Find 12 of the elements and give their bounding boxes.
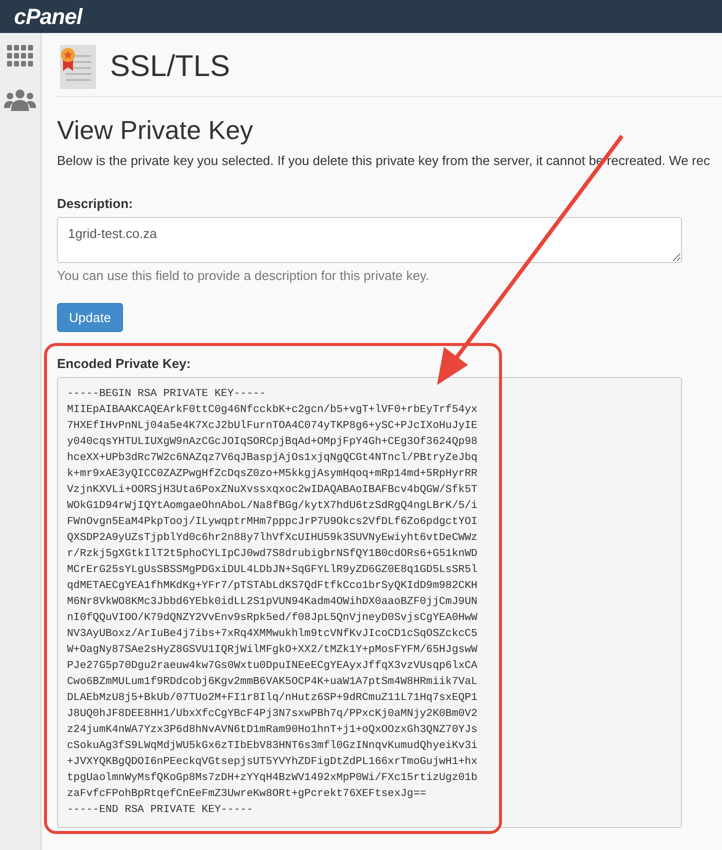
description-field[interactable]: 1grid-test.co.za — [57, 217, 682, 263]
private-key-text: -----BEGIN RSA PRIVATE KEY----- MIIEpAIBAAKCAQEArkF0ttC0g46NfcckbK+c2gcn/b5+vgT+lVF0+rbEyTrf54yx 7HXEfIHvPnNLj04a5e4K7XcJ2bUlFurnTOA4C074yTKP8g6+ySC+PJcIXoHuJyIE y040cqsYHTULIUXgW9nAzCGcJOIqSORCpjBqAd+OMpjFpY4Gh+CEg3Of3624Qp98 hceXX+UPb3dRc7W2c6NAZqz7V6qJBaspjAjOs1xjqNgQCGt4NTncl/PBtryZeJbq k+mr9xAE3yQICC0ZAZPwgHfZcDqsZ0zo+M5kkgjAsymHqoq+mRp14md+5RpHyrRR VzjnKXVLi+OORSjH3Uta6PoxZNuXvssxqxoc2wIDAQABAoIBAFBcv4bQGW/Sfk5T WOkG1D94rWjIQYtAomgaeOhnAboL/Na8fBGg/kytX7hdU6tzSdRgQ4ngLBrK/5/i FWnOvgn5EaM4PkpTooj/ILywqptrMHm7pppcJrP7U9Okcs2VfDLf6Zo6pdgctYOI QXSDP2A9yUZsTjpblYd0c6hr2n88y7lhVfXcUIHU59k3SUVNyEwiyht6vtDeCWWz r/Rzkj5gXGtkIlT2t5phoCYLIpCJ0wd7S8drubigbrNSfQY1B0cdORs6+G51knWD MCrErG25sYLgUsSBSSMgPDGxiDUL4LDbJN+SqGFYLlR9yZD6GZ0E8q1GD5LsSR5l qdMETAECgYEA1fhMKdKg+YFr7/pTSTAbLdKS7QdFtfkCco1brSyQKIdD9m982CKH M6Nr8VkWO8KMc3Jbbd6YEbk0idLL2S1pVUN94Kadm4OWihDX0aaoBZF0jjCmJ9UN nI0fQQuVIOO/K79dQNZY2VvEnv9sRpk5ed/f08JpL5QnVjneyD0SvjsCgYEA0HwW NV3AyUBoxz/ArIuBe4j7ibs+7xRq4XMMwukhlm9tcVNfKvJIcoCD1cSqOSZckcC5 W+OagNy87SAe2sHyZ8GSVU1IQRjWilMFgkO+XX2/tMZk1Y+pMosFYFM/65HJgswW PJe27G5p70Dgu2raeuw4kw7Gs0Wxtu0DpuINEeECgYEAyxJffqX3vzVUsqp6lxCA Cwo6BZmMULum1f9RDdcobj6Kgv2mmB6VAK5OCP4K+uaW1A7ptSm4W8HRmiik7VaL DLAEbMzU8j5+BkUb/07TUo2M+FI1r8Ilq/nHutz6SP+9dRCmuZ11L71Hq7sxEQP1 J8UQ0hJF8DEE8HH1/UbxXfcCgYBcF4Pj3N7sxwPBh7q/PPxcKj0aMNjy2K0Bm0V2 z24jumK4nWA7Yzx3P6d8hNvAVN6tD1mRam90Ho1hnT+j1+oQxOOzxGh3QNZ70YJs cSokuAg3fS9LWqMdjWU5kGx6zTIbEbV83HNT6s3mfl0GzINnqvKumudQhyeiKv3i +JVXYQKBgQDOI6nPEeckqVGtsepjsUT5YVYhZDFigDtZdPL166xrTmoGujwH1+hx tpgUaolmnWyMsfQKoGp8Ms7zDH+zYYqH4BzWV1492xMpP0Wi/FXc15rtizUgz01b zaFvfcFPohBpRtqefCnEeFmZ3UwreKw8ORt+gPcrekt76XEFtsexJg== -----END RSA PRIVATE KEY----- — [57, 377, 682, 828]
field-label: Encoded Private Key: — [57, 356, 192, 371]
section-heading: View Private Key — [57, 115, 254, 146]
apps-grid-icon[interactable] — [7, 45, 33, 67]
help-text: You can use this field to provide a description for this private key. — [57, 268, 430, 283]
cpanel-logo[interactable]: cPanel — [14, 4, 82, 30]
update-button[interactable]: Update — [57, 303, 123, 332]
users-icon[interactable] — [4, 89, 36, 111]
field-label: Description: — [57, 196, 134, 211]
page-title: SSL/TLS — [110, 50, 230, 84]
certificate-icon — [60, 45, 96, 89]
